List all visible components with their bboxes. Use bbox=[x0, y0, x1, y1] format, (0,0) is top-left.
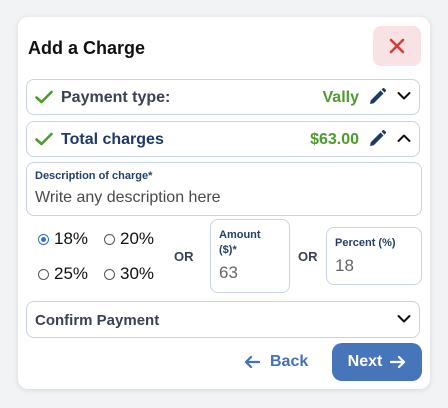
description-input[interactable] bbox=[35, 187, 405, 209]
radio-button[interactable] bbox=[104, 268, 115, 280]
arrow-right-icon bbox=[390, 355, 406, 369]
back-button[interactable]: Back bbox=[244, 350, 314, 374]
confirm-payment-row[interactable]: Confirm Payment bbox=[26, 301, 420, 338]
radio-label: 25% bbox=[54, 264, 89, 283]
or-separator: OR bbox=[174, 249, 194, 264]
total-charges-row[interactable]: Total charges $63.00 bbox=[26, 121, 420, 157]
back-label: Back bbox=[270, 353, 309, 370]
radio-button[interactable] bbox=[104, 233, 115, 245]
percent-label: Percent (%) bbox=[335, 237, 396, 249]
close-button[interactable] bbox=[373, 26, 421, 66]
radio-30-percent[interactable]: 30% bbox=[104, 264, 154, 284]
chevron-down-icon[interactable] bbox=[397, 91, 411, 101]
total-charges-value: $63.00 bbox=[310, 131, 359, 148]
payment-type-row[interactable]: Payment type: Vally bbox=[26, 79, 420, 115]
payment-type-label: Payment type: bbox=[61, 89, 171, 106]
radio-label: 18% bbox=[54, 229, 89, 248]
radio-label: 30% bbox=[120, 264, 155, 283]
description-label: Description of charge* bbox=[35, 170, 153, 182]
next-label: Next bbox=[347, 353, 383, 370]
pencil-icon[interactable] bbox=[367, 87, 387, 107]
check-icon bbox=[35, 90, 53, 104]
radio-20-percent[interactable]: 20% bbox=[104, 229, 154, 249]
radio-label: 20% bbox=[120, 229, 155, 248]
amount-value[interactable]: 63 bbox=[219, 263, 238, 283]
close-icon bbox=[389, 38, 405, 54]
arrow-left-icon bbox=[244, 355, 260, 369]
radio-button-selected[interactable] bbox=[38, 233, 49, 245]
percent-field[interactable]: Percent (%) 18 bbox=[326, 227, 422, 285]
next-button[interactable]: Next bbox=[332, 343, 422, 381]
chevron-down-icon[interactable] bbox=[397, 314, 411, 324]
payment-type-value: Vally bbox=[322, 89, 359, 106]
radio-button[interactable] bbox=[38, 268, 49, 280]
or-separator: OR bbox=[298, 249, 318, 264]
total-charges-label: Total charges bbox=[61, 131, 164, 148]
percent-value[interactable]: 18 bbox=[335, 256, 354, 276]
amount-field[interactable]: Amount ($)* 63 bbox=[210, 219, 290, 293]
pencil-icon[interactable] bbox=[367, 129, 387, 149]
radio-18-percent[interactable]: 18% bbox=[38, 229, 88, 249]
amount-label: Amount ($)* bbox=[219, 229, 261, 256]
confirm-payment-label: Confirm Payment bbox=[35, 312, 160, 329]
radio-25-percent[interactable]: 25% bbox=[38, 264, 88, 284]
check-icon bbox=[35, 132, 53, 146]
chevron-up-icon[interactable] bbox=[397, 133, 411, 143]
page-title: Add a Charge bbox=[28, 38, 146, 58]
description-field[interactable]: Description of charge* bbox=[26, 162, 422, 216]
